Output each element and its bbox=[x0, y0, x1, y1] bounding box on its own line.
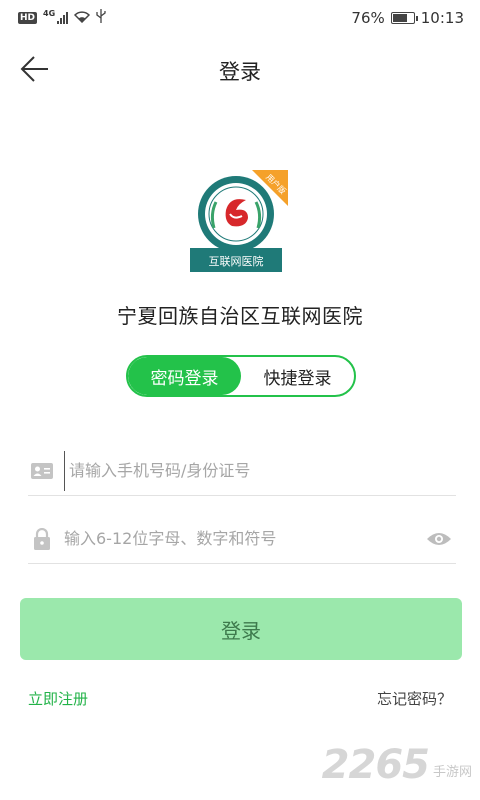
header: 登录 bbox=[0, 44, 480, 96]
account-input[interactable] bbox=[64, 450, 456, 491]
watermark-number: 2265 bbox=[321, 742, 430, 788]
hospital-name: 宁夏回族自治区互联网医院 bbox=[117, 304, 363, 328]
usb-icon bbox=[96, 9, 106, 27]
hd-badge: HD bbox=[18, 12, 38, 24]
eye-icon[interactable] bbox=[424, 527, 454, 551]
password-input[interactable] bbox=[64, 518, 424, 559]
register-link[interactable]: 立即注册 bbox=[28, 688, 88, 709]
battery-icon bbox=[390, 12, 418, 24]
status-right: 76% 10:13 bbox=[351, 9, 464, 27]
password-field bbox=[28, 514, 456, 564]
wifi-icon bbox=[74, 9, 91, 27]
login-button[interactable]: 登录 bbox=[20, 598, 462, 660]
logo-caption: 互联网医院 bbox=[209, 254, 264, 268]
battery-fill bbox=[392, 14, 408, 22]
lock-icon bbox=[30, 527, 54, 551]
login-button-label: 登录 bbox=[221, 618, 261, 643]
watermark-text: 手游网 bbox=[432, 765, 472, 780]
tab-quick-login[interactable]: 快捷登录 bbox=[241, 357, 354, 395]
hospital-logo: 互联网医院 用户版 bbox=[190, 170, 292, 272]
forgot-password-link[interactable]: 忘记密码？ bbox=[377, 688, 452, 709]
signal-icon bbox=[57, 12, 69, 24]
account-field bbox=[28, 446, 456, 496]
battery-percent: 76% bbox=[351, 9, 385, 27]
network-type: 4G bbox=[43, 8, 56, 18]
login-mode-tabs: 密码登录 快捷登录 bbox=[126, 355, 356, 397]
tab-password-login[interactable]: 密码登录 bbox=[128, 357, 241, 395]
status-bar: HD 4G 76% 10:13 bbox=[0, 0, 480, 36]
page-title: 登录 bbox=[219, 60, 261, 84]
id-card-icon bbox=[30, 459, 54, 483]
status-left: HD 4G bbox=[18, 9, 106, 27]
watermark: 2265 手游网 bbox=[322, 742, 472, 788]
status-time: 10:13 bbox=[420, 9, 464, 27]
